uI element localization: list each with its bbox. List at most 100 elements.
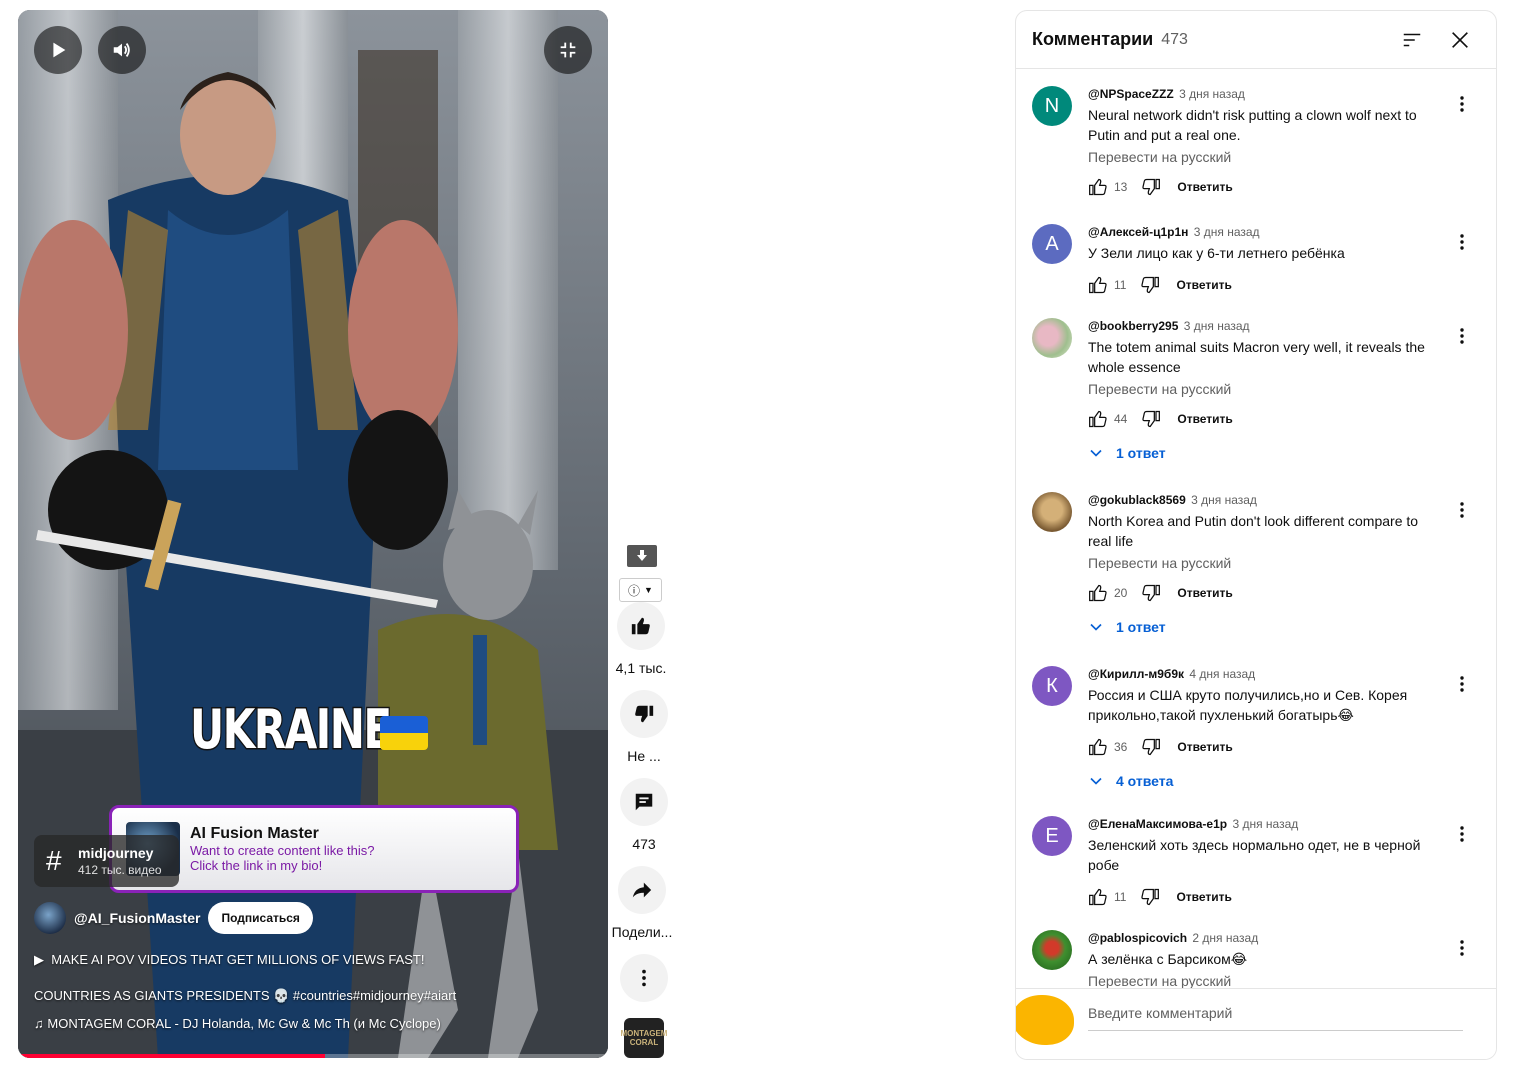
dislike-action[interactable]: Не ... xyxy=(612,690,676,764)
music-note-icon: ♫ xyxy=(34,1016,48,1031)
comment-input[interactable]: Введите комментарий xyxy=(1088,1005,1463,1031)
comment-menu-button[interactable] xyxy=(1452,938,1472,958)
comment-author[interactable]: @Алексей-ц1р1н xyxy=(1088,225,1188,239)
fullscreen-exit-button[interactable] xyxy=(544,26,592,74)
comment-avatar[interactable]: К xyxy=(1032,666,1072,706)
show-replies-button[interactable]: 4 ответа xyxy=(1088,771,1433,791)
comment-menu-button[interactable] xyxy=(1452,500,1472,520)
comments-list[interactable]: N @NPSpaceZZZ 3 дня назад Neural network… xyxy=(1016,70,1496,988)
comment-author[interactable]: @pablospicovich xyxy=(1088,931,1187,945)
share-button[interactable] xyxy=(618,866,666,914)
hashtag-name: midjourney xyxy=(78,845,154,861)
comment-text: Зеленский хоть здесь нормально одет, не … xyxy=(1088,837,1421,873)
fullscreen-exit-icon xyxy=(560,42,576,58)
music-thumbnail[interactable]: MONTAGEM CORAL xyxy=(621,1018,667,1058)
info-dropdown[interactable]: ⓘ ▼ xyxy=(619,578,662,602)
reply-button[interactable]: Ответить xyxy=(1177,180,1232,194)
comment-menu-button[interactable] xyxy=(1452,232,1472,252)
more-button[interactable] xyxy=(620,954,668,1002)
comment-text: А зелёнка с Барсиком😂 xyxy=(1088,951,1248,967)
comment-menu-button[interactable] xyxy=(1452,326,1472,346)
thumbs-up-icon[interactable] xyxy=(1088,887,1108,907)
comment-avatar[interactable] xyxy=(1032,930,1072,970)
ukraine-flag-icon xyxy=(380,716,428,750)
translate-link[interactable]: Перевести на русский xyxy=(1088,381,1433,397)
comment-author[interactable]: @bookberry295 xyxy=(1088,319,1178,333)
thumbs-down-icon[interactable] xyxy=(1140,275,1160,295)
like-button[interactable] xyxy=(617,602,665,650)
reply-button[interactable]: Ответить xyxy=(1177,412,1232,426)
download-button[interactable] xyxy=(627,545,657,567)
comment-author[interactable]: @gokublack8569 xyxy=(1088,493,1186,507)
reply-button[interactable]: Ответить xyxy=(1176,278,1231,292)
thumbs-down-icon[interactable] xyxy=(1141,737,1161,757)
comment-author[interactable]: @NPSpaceZZZ xyxy=(1088,87,1174,101)
comment-text: Neural network didn't risk putting a clo… xyxy=(1088,107,1417,143)
thumbs-down-icon[interactable] xyxy=(1141,177,1161,197)
dislike-label: Не ... xyxy=(627,748,661,764)
comments-button[interactable] xyxy=(620,778,668,826)
thumbs-up-icon[interactable] xyxy=(1088,275,1108,295)
play-button[interactable] xyxy=(34,26,82,74)
thumbs-up-icon[interactable] xyxy=(1088,737,1108,757)
comment-like-count: 11 xyxy=(1114,890,1127,904)
subscribe-button[interactable]: Подписаться xyxy=(208,902,313,934)
sort-button[interactable] xyxy=(1392,20,1432,60)
hashtag-chip[interactable]: # midjourney 412 тыс. видео xyxy=(34,835,179,887)
comment-time[interactable]: 3 дня назад xyxy=(1184,319,1250,333)
thumbs-down-icon[interactable] xyxy=(1141,583,1161,603)
reply-button[interactable]: Ответить xyxy=(1177,586,1232,600)
comment-time[interactable]: 3 дня назад xyxy=(1179,87,1245,101)
music-info[interactable]: ♫ MONTAGEM CORAL - DJ Holanda, Mc Gw & M… xyxy=(34,1016,441,1031)
comment-avatar[interactable] xyxy=(1032,318,1072,358)
sort-icon xyxy=(1403,33,1421,46)
thumbs-down-icon[interactable] xyxy=(1141,409,1161,429)
translate-link[interactable]: Перевести на русский xyxy=(1088,973,1433,988)
show-replies-button[interactable]: 1 ответ xyxy=(1088,617,1433,637)
translate-link[interactable]: Перевести на русский xyxy=(1088,149,1433,165)
comment-time[interactable]: 4 дня назад xyxy=(1189,667,1255,681)
promo-name: AI Fusion Master xyxy=(190,825,319,842)
progress-fill xyxy=(18,1054,325,1058)
video-title[interactable]: COUNTRIES AS GIANTS PRESIDENTS 💀 #countr… xyxy=(34,988,456,1004)
comment-menu-button[interactable] xyxy=(1452,94,1472,114)
comment-time[interactable]: 2 дня назад xyxy=(1192,931,1258,945)
thumbs-down-icon[interactable] xyxy=(1140,887,1160,907)
comment-avatar[interactable]: N xyxy=(1032,86,1072,126)
channel-handle[interactable]: @AI_FusionMaster xyxy=(74,910,200,926)
comment-author[interactable]: @ЕленаМаксимова-е1р xyxy=(1088,817,1227,831)
channel-avatar[interactable] xyxy=(34,902,66,934)
comment-time[interactable]: 3 дня назад xyxy=(1232,817,1298,831)
close-button[interactable] xyxy=(1440,20,1480,60)
show-replies-button[interactable]: 1 ответ xyxy=(1088,443,1433,463)
shorts-video-player[interactable]: UKRAINE AI Fusion Master Want to create … xyxy=(18,10,608,1058)
comment-menu-button[interactable] xyxy=(1452,674,1472,694)
comment-time[interactable]: 3 дня назад xyxy=(1191,493,1257,507)
like-action[interactable]: 4,1 тыс. xyxy=(609,602,673,676)
comment-avatar[interactable]: E xyxy=(1032,816,1072,856)
reply-button[interactable]: Ответить xyxy=(1177,740,1232,754)
comment-menu-button[interactable] xyxy=(1452,824,1472,844)
reply-button[interactable]: Ответить xyxy=(1176,890,1231,904)
progress-bar[interactable] xyxy=(18,1054,608,1058)
hashtag-video-count: 412 тыс. видео xyxy=(78,863,162,877)
volume-button[interactable] xyxy=(98,26,146,74)
user-avatar xyxy=(1016,995,1074,1045)
like-count: 4,1 тыс. xyxy=(615,660,667,676)
thumbs-up-icon[interactable] xyxy=(1088,409,1108,429)
comments-action[interactable]: 473 xyxy=(612,778,676,852)
thumbs-up-icon[interactable] xyxy=(1088,177,1108,197)
comment-time[interactable]: 3 дня назад xyxy=(1194,225,1260,239)
comment-avatar[interactable] xyxy=(1032,492,1072,532)
translate-link[interactable]: Перевести на русский xyxy=(1088,555,1433,571)
comment-avatar[interactable]: A xyxy=(1032,224,1072,264)
more-action[interactable] xyxy=(612,954,676,1002)
volume-icon xyxy=(113,43,130,57)
video-description[interactable]: ▶ MAKE AI POV VIDEOS THAT GET MILLIONS O… xyxy=(34,952,424,968)
dislike-button[interactable] xyxy=(620,690,668,738)
thumbs-up-icon[interactable] xyxy=(1088,583,1108,603)
promo-line-1: Want to create content like this? xyxy=(190,843,375,858)
comment-text: Россия и США круто получились,но и Сев. … xyxy=(1088,687,1408,723)
share-action[interactable]: Подели... xyxy=(610,866,674,940)
comment-author[interactable]: @Кирилл-м9б9к xyxy=(1088,667,1184,681)
